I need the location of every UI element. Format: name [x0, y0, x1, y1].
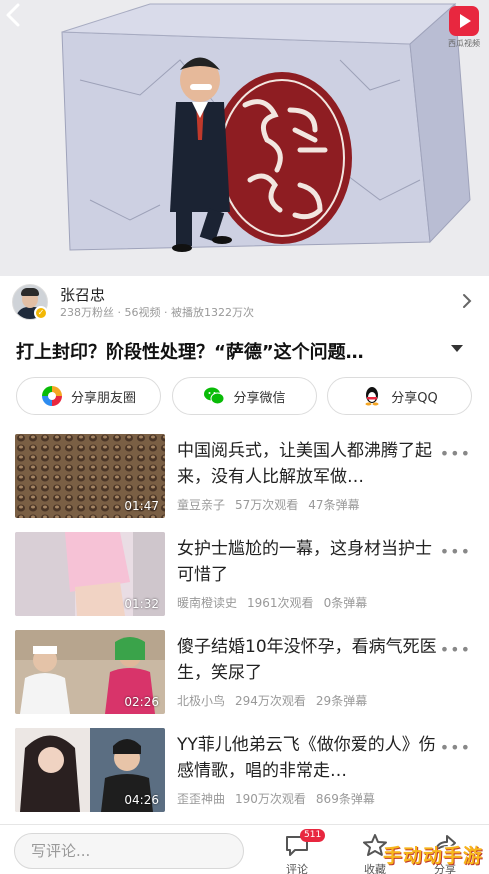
- author-stats: 238万粉丝 · 56视频 · 被播放1322万次: [60, 306, 254, 319]
- moments-icon: [41, 386, 62, 406]
- related-video-title[interactable]: 中国阅兵式，让美国人都沸腾了起来，没有人比解放军做…: [177, 438, 437, 490]
- video-thumbnail[interactable]: 01:47: [15, 434, 165, 518]
- related-video-title[interactable]: 女护士尴尬的一幕，这身材当护士可惜了: [177, 536, 437, 588]
- share-moments-button[interactable]: 分享朋友圈: [16, 377, 161, 415]
- bottom-bar: 写评论... 511 评论 收藏 分享 手动动手游: [0, 824, 489, 874]
- video-duration: 01:32: [124, 597, 159, 611]
- more-options-icon[interactable]: •••: [440, 542, 471, 561]
- comment-count-badge: 511: [300, 829, 326, 842]
- video-poster: [0, 0, 489, 276]
- more-options-icon[interactable]: •••: [440, 444, 471, 463]
- share-moments-label: 分享朋友圈: [70, 390, 136, 406]
- related-video-item[interactable]: 04:26 YY菲儿他弟云飞《做你爱的人》伤感情歌，唱的非常走… 歪歪神曲 190…: [0, 728, 489, 816]
- qq-penguin-icon: [365, 387, 379, 406]
- share-wechat-label: 分享微信: [233, 390, 286, 406]
- comment-input[interactable]: 写评论...: [14, 833, 244, 869]
- related-video-meta: 童豆亲子 57万次观看 47条弹幕: [177, 498, 360, 512]
- related-video-item[interactable]: 02:26 傻子结婚10年没怀孕，看病气死医生，笑尿了 北极小鸟 294万次观看 2…: [0, 630, 489, 718]
- related-video-meta: 北极小鸟 294万次观看 29条弹幕: [177, 694, 368, 708]
- video-title: 打上封印？阶段性处理？“萨德”这个问题…: [16, 342, 364, 363]
- brand-logo: 西瓜视频: [447, 6, 481, 50]
- video-thumbnail[interactable]: 02:26: [15, 630, 165, 714]
- author-row[interactable]: ✓ 张召忠 238万粉丝 · 56视频 · 被播放1322万次: [0, 276, 489, 328]
- watermark-logo: 手动动手游: [382, 845, 483, 867]
- related-video-item[interactable]: 01:47 中国阅兵式，让美国人都沸腾了起来，没有人比解放军做… 童豆亲子 57万…: [0, 434, 489, 522]
- back-arrow-icon[interactable]: [0, 0, 30, 30]
- related-video-title[interactable]: YY菲儿他弟云飞《做你爱的人》伤感情歌，唱的非常走…: [177, 732, 437, 784]
- video-duration: 04:26: [124, 793, 159, 807]
- video-player[interactable]: 西瓜视频: [0, 0, 489, 276]
- video-duration: 01:47: [124, 499, 159, 513]
- comment-button[interactable]: 511 评论: [272, 829, 326, 874]
- comment-label: 评论: [286, 863, 308, 874]
- share-qq-button[interactable]: 分享QQ: [327, 377, 472, 415]
- chevron-right-icon[interactable]: [461, 292, 473, 310]
- related-video-meta: 暖南橙读史 1961次观看 0条弹幕: [177, 596, 368, 610]
- related-video-meta: 歪歪神曲 190万次观看 869条弹幕: [177, 792, 375, 806]
- more-options-icon[interactable]: •••: [440, 640, 471, 659]
- play-logo-icon: [449, 6, 479, 36]
- more-options-icon[interactable]: •••: [440, 738, 471, 757]
- share-wechat-button[interactable]: 分享微信: [172, 377, 317, 415]
- brand-logo-text: 西瓜视频: [448, 39, 480, 48]
- wechat-icon: [204, 387, 225, 405]
- expand-caret-icon[interactable]: [451, 345, 463, 352]
- share-qq-label: 分享QQ: [391, 390, 438, 406]
- author-name[interactable]: 张召忠: [60, 284, 105, 305]
- video-thumbnail[interactable]: 04:26: [15, 728, 165, 812]
- video-thumbnail[interactable]: 01:32: [15, 532, 165, 616]
- verified-badge-icon: ✓: [34, 306, 48, 320]
- related-video-item[interactable]: 01:32 女护士尴尬的一幕，这身材当护士可惜了 暖南橙读史 1961次观看 0条弹…: [0, 532, 489, 620]
- related-video-title[interactable]: 傻子结婚10年没怀孕，看病气死医生，笑尿了: [177, 634, 437, 686]
- video-duration: 02:26: [124, 695, 159, 709]
